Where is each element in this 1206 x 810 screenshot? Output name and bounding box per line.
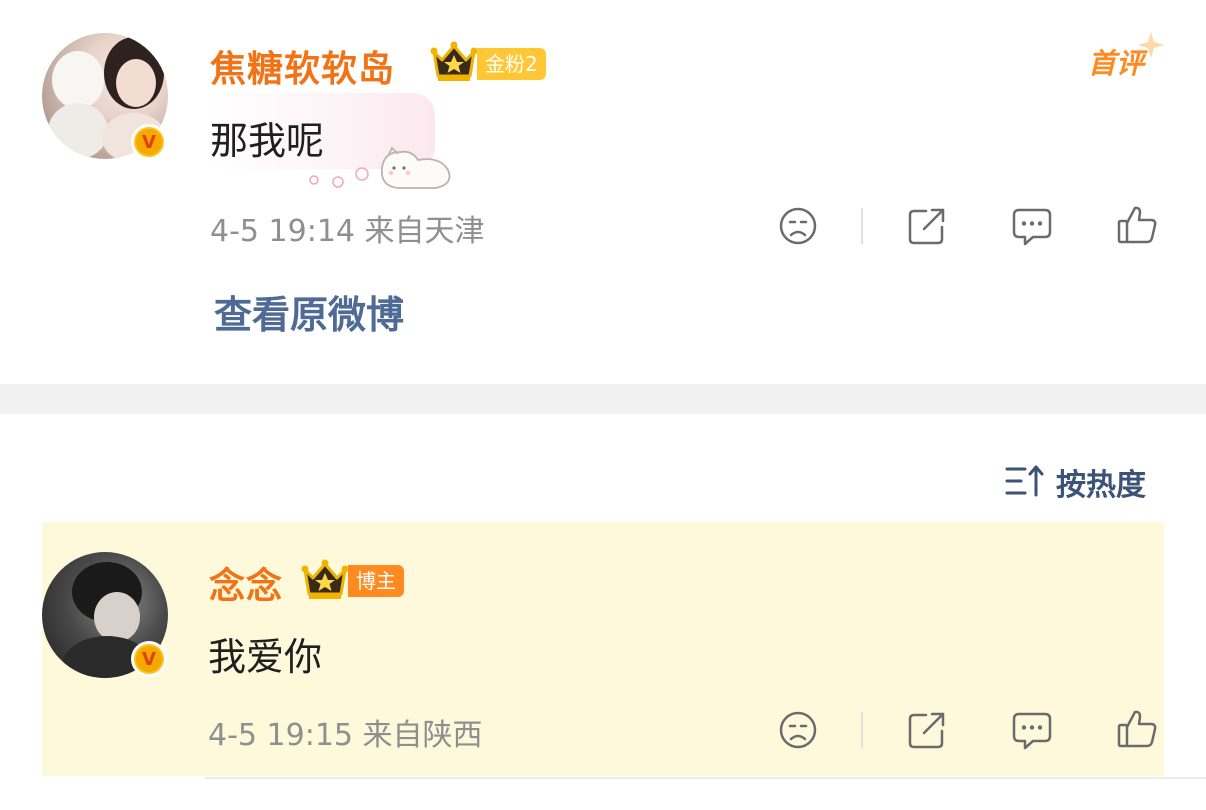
fan-level-badge: 金粉2 [477, 48, 546, 80]
verified-v-icon: V [136, 129, 162, 155]
comment-icon[interactable] [1011, 205, 1053, 247]
comment-icon[interactable] [1011, 709, 1053, 751]
frown-icon[interactable] [777, 205, 819, 247]
verified-v-icon: V [136, 646, 162, 672]
sort-by-heat-button[interactable]: 按热度 [1056, 460, 1146, 504]
reply-text: 我爱你 [208, 635, 323, 679]
like-icon[interactable] [1116, 707, 1158, 749]
comment-meta: 4-5 19:14 来自天津 [210, 214, 485, 249]
crown-icon [430, 41, 478, 81]
reply-username[interactable]: 念念 [209, 557, 283, 609]
comment-username[interactable]: 焦糖软软岛 [210, 40, 395, 92]
verified-badge: V [131, 124, 167, 160]
view-original-link[interactable]: 查看原微博 [214, 284, 404, 339]
verified-badge: V [131, 641, 167, 677]
cat-sticker-icon [309, 146, 451, 189]
frown-icon[interactable] [777, 709, 819, 751]
section-divider [0, 384, 1206, 414]
sort-icon[interactable] [1005, 463, 1045, 499]
action-divider [861, 208, 863, 244]
action-divider [861, 712, 863, 748]
share-icon[interactable] [906, 709, 948, 751]
bottom-divider [205, 777, 1206, 779]
share-icon[interactable] [906, 205, 948, 247]
crown-icon [301, 559, 349, 599]
sparkle-icon [1138, 32, 1164, 58]
host-badge: 博主 [348, 565, 404, 597]
like-icon[interactable] [1116, 203, 1158, 245]
reply-meta: 4-5 19:15 来自陕西 [208, 718, 483, 753]
